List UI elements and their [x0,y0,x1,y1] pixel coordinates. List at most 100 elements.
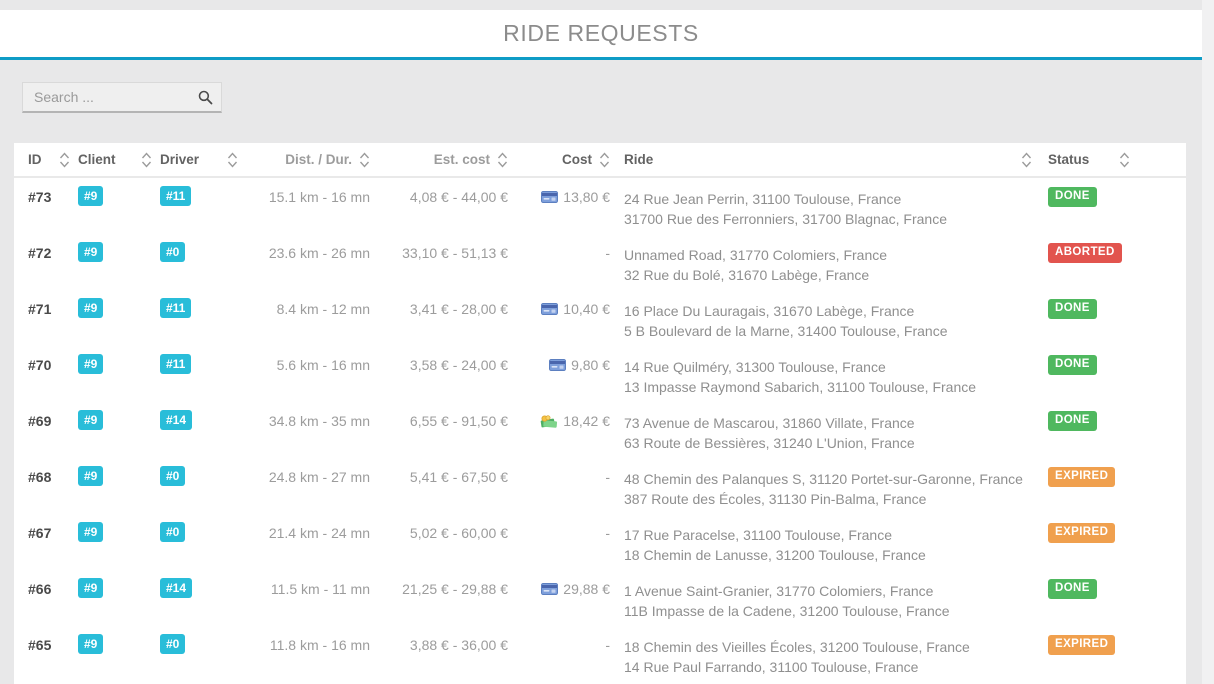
credit-card-icon [541,583,559,595]
sort-chevrons-icon[interactable] [1021,151,1032,168]
column-header-dist-dur[interactable]: Dist. / Dur. [246,151,370,168]
cost-cell: 29,88 € [508,570,610,597]
credit-card-icon [541,303,559,315]
column-label: Est. cost [433,152,490,167]
pickup-address: 18 Chemin des Vieilles Écoles, 31200 Tou… [624,639,970,655]
titlebar: RIDE REQUESTS [0,10,1202,60]
ride-id: #73 [28,189,52,205]
estimated-cost: 21,25 € - 29,88 € [402,581,508,597]
column-header-client[interactable]: Client [78,151,160,168]
table-row[interactable]: #69 #9 #14 34.8 km - 35 mn 6,55 € - 91,5… [14,402,1186,458]
distance-duration: 21.4 km - 24 mn [268,525,370,541]
search-input[interactable] [22,82,222,113]
magnifier-icon[interactable] [198,90,213,105]
column-header-ride[interactable]: Ride [610,151,1040,168]
cost-value: 10,40 € [563,301,610,317]
dropoff-address: 63 Route de Bessières, 31240 L'Union, Fr… [624,435,915,451]
distance-duration: 5.6 km - 16 mn [276,357,370,373]
table-body: #73 #9 #11 15.1 km - 16 mn 4,08 € - 44,0… [14,178,1186,682]
table-row[interactable]: #66 #9 #14 11.5 km - 11 mn 21,25 € - 29,… [14,570,1186,626]
table-row[interactable]: #72 #9 #0 23.6 km - 26 mn 33,10 € - 51,1… [14,234,1186,290]
client-badge[interactable]: #9 [78,410,104,430]
driver-badge[interactable]: #0 [160,634,186,654]
table-header-row: ID Client Driver Dist. / Dur. Est. cost [14,143,1186,178]
dropoff-address: 18 Chemin de Lanusse, 31200 Toulouse, Fr… [624,547,926,563]
column-header-cost[interactable]: Cost [508,151,610,168]
table-row[interactable]: #67 #9 #0 21.4 km - 24 mn 5,02 € - 60,00… [14,514,1186,570]
credit-card-icon [541,191,559,203]
driver-badge[interactable]: #14 [160,410,193,430]
sort-chevrons-icon[interactable] [59,151,70,168]
table-row[interactable]: #71 #9 #11 8.4 km - 12 mn 3,41 € - 28,00… [14,290,1186,346]
credit-card-icon [549,359,567,371]
column-header-status[interactable]: Status [1040,151,1186,168]
ride-addresses: 73 Avenue de Mascarou, 31860 Villate, Fr… [610,402,1040,453]
sort-chevrons-icon[interactable] [359,151,370,168]
driver-badge[interactable]: #11 [160,186,192,206]
column-label: Client [78,152,116,167]
client-badge[interactable]: #9 [78,522,104,542]
ride-addresses: 1 Avenue Saint-Granier, 31770 Colomiers,… [610,570,1040,621]
client-badge[interactable]: #9 [78,634,104,654]
cash-icon [540,414,558,428]
dropoff-address: 31700 Rue des Ferronniers, 31700 Blagnac… [624,211,947,227]
driver-badge[interactable]: #11 [160,298,192,318]
distance-duration: 34.8 km - 35 mn [268,413,370,429]
client-badge[interactable]: #9 [78,242,104,262]
dropoff-address: 13 Impasse Raymond Sabarich, 31100 Toulo… [624,379,977,395]
credit-card-icon [549,359,567,371]
ride-addresses: 16 Place Du Lauragais, 31670 Labège, Fra… [610,290,1040,341]
ride-id: #68 [28,469,52,485]
driver-badge[interactable]: #11 [160,354,192,374]
sort-chevrons-icon[interactable] [1119,151,1130,168]
cost-cell: 10,40 € [508,290,610,317]
table-row[interactable]: #65 #9 #0 11.8 km - 16 mn 3,88 € - 36,00… [14,626,1186,682]
driver-badge[interactable]: #0 [160,522,186,542]
client-badge[interactable]: #9 [78,466,104,486]
estimated-cost: 3,88 € - 36,00 € [409,637,508,653]
client-badge[interactable]: #9 [78,298,104,318]
estimated-cost: 3,58 € - 24,00 € [409,357,508,373]
pickup-address: 48 Chemin des Palanques S, 31120 Portet-… [624,471,1023,487]
table-row[interactable]: #68 #9 #0 24.8 km - 27 mn 5,41 € - 67,50… [14,458,1186,514]
cost-cell: 13,80 € [508,178,610,205]
column-header-est-cost[interactable]: Est. cost [370,151,508,168]
pickup-address: 16 Place Du Lauragais, 31670 Labège, Fra… [624,303,915,319]
dropoff-address: 14 Rue Paul Farrando, 31100 Toulouse, Fr… [624,659,919,675]
ride-id: #67 [28,525,52,541]
sort-chevrons-icon[interactable] [599,151,610,168]
column-header-driver[interactable]: Driver [160,151,246,168]
sort-chevrons-icon[interactable] [497,151,508,168]
ride-id: #71 [28,301,52,317]
driver-badge[interactable]: #0 [160,242,186,262]
distance-duration: 24.8 km - 27 mn [268,469,370,485]
pickup-address: 17 Rue Paracelse, 31100 Toulouse, France [624,527,892,543]
driver-badge[interactable]: #0 [160,466,186,486]
client-badge[interactable]: #9 [78,354,104,374]
distance-duration: 11.5 km - 11 mn [270,581,370,597]
table-row[interactable]: #70 #9 #11 5.6 km - 16 mn 3,58 € - 24,00… [14,346,1186,402]
dropoff-address: 5 B Boulevard de la Marne, 31400 Toulous… [624,323,948,339]
status-badge: EXPIRED [1048,467,1116,487]
ride-id: #70 [28,357,52,373]
sort-chevrons-icon[interactable] [141,151,152,168]
client-badge[interactable]: #9 [78,186,104,206]
cost-value: 18,42 € [563,413,610,429]
cost-cell: - [508,234,610,261]
sort-chevrons-icon[interactable] [227,151,238,168]
pickup-address: Unnamed Road, 31770 Colomiers, France [624,247,888,263]
cost-cell: - [508,626,610,653]
table-row[interactable]: #73 #9 #11 15.1 km - 16 mn 4,08 € - 44,0… [14,178,1186,234]
client-badge[interactable]: #9 [78,578,104,598]
cost-cell: - [508,458,610,485]
estimated-cost: 4,08 € - 44,00 € [409,189,508,205]
ride-requests-table: ID Client Driver Dist. / Dur. Est. cost [14,143,1186,684]
driver-badge[interactable]: #14 [160,578,193,598]
credit-card-icon [541,583,559,595]
estimated-cost: 6,55 € - 91,50 € [409,413,508,429]
status-badge: EXPIRED [1048,523,1116,543]
estimated-cost: 33,10 € - 51,13 € [402,245,508,261]
distance-duration: 23.6 km - 26 mn [268,245,370,261]
column-header-id[interactable]: ID [14,151,78,168]
ride-id: #69 [28,413,52,429]
